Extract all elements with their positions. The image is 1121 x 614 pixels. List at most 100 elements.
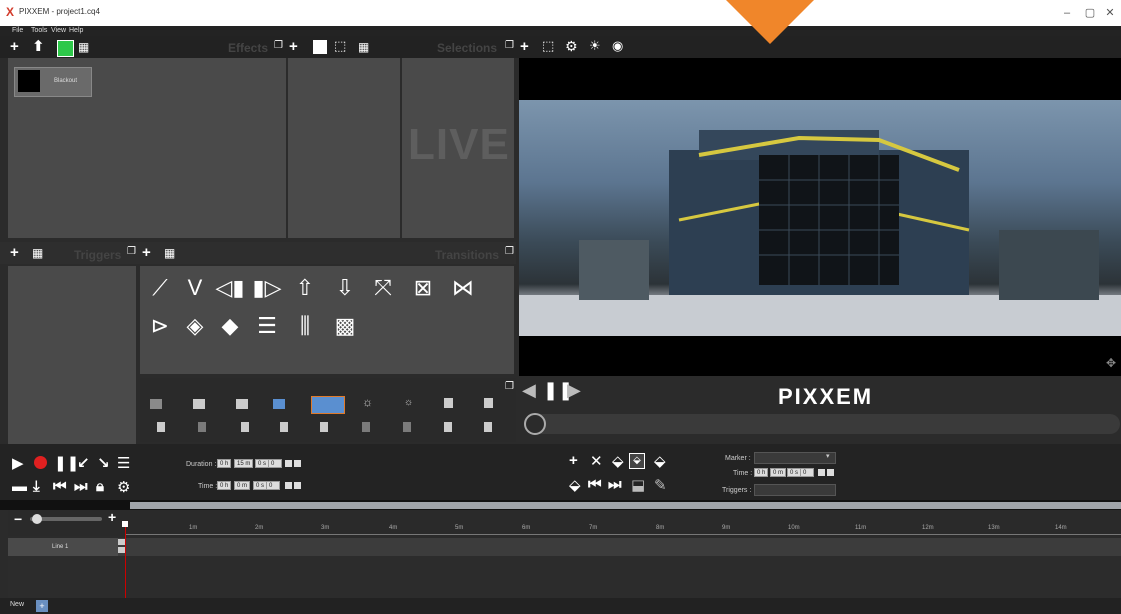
timeline-overview-track[interactable] [130,502,1121,509]
transition-box-icon[interactable]: ⊠ [408,273,438,303]
duration-hours-field[interactable]: 0 h [217,459,232,468]
blend-mode-icon[interactable] [236,399,248,409]
layer-icon[interactable] [484,422,492,432]
close-button[interactable]: ✕ [1103,6,1117,20]
detach-icon-3[interactable]: ❐ [127,243,136,261]
add-effect-icon[interactable]: + [10,38,19,56]
marker-hours-field[interactable]: 0 h [754,468,769,477]
grid-arrow-icon[interactable]: ▦ [78,38,89,56]
play-icon[interactable]: ▶ [12,454,24,472]
maximize-button[interactable]: ▢ [1083,6,1097,20]
marker-selected-icon[interactable]: ⬙ [629,453,645,469]
transition-shrink-icon[interactable]: ⋈ [448,273,478,303]
time-set-button[interactable] [285,482,292,489]
duration-frames-field[interactable]: 0 [268,459,282,468]
layer-icon[interactable] [403,422,411,432]
add-icon[interactable]: + [289,38,298,56]
preview-video[interactable] [519,100,1121,336]
grid-arrow-icon-2[interactable]: ▦ [358,38,369,56]
playhead-handle[interactable] [122,521,128,527]
zoom-in-icon[interactable]: + [108,509,116,525]
marker-out-icon[interactable]: ⬙ [654,452,666,470]
brightness-small-icon[interactable]: ☼ [404,397,413,408]
marker-down-icon[interactable]: ⬙ [569,476,581,494]
green-square-icon[interactable] [57,40,74,57]
skip-start-icon[interactable]: ⏮ [53,478,67,495]
add-trigger-icon[interactable]: + [10,244,19,262]
layer-icon[interactable] [157,422,165,432]
blend-mode-icon[interactable] [193,399,205,409]
time-frames-field[interactable]: 0 [266,481,280,490]
add-selection-icon[interactable]: + [520,38,529,56]
settings-icon[interactable]: ⚙ [117,478,130,496]
minimize-button[interactable]: – [1060,6,1074,20]
marker-frames-field[interactable]: 0 [800,468,814,477]
transition-blinds-icon[interactable]: ☰ [252,311,282,341]
duration-reset-button[interactable] [294,460,301,467]
transition-rotate-cw-icon[interactable]: ◈ [180,311,210,341]
transition-expand-icon[interactable]: ⤧ [368,273,398,303]
seek-bar[interactable] [526,414,1120,434]
line-option-icon[interactable] [118,547,125,553]
blend-mode-icon[interactable] [273,399,285,409]
folder-icon[interactable]: ▬ [12,478,27,495]
duration-seconds-field[interactable]: 0 s [255,459,270,468]
transition-split-icon[interactable]: ⊳ [145,311,175,341]
marker-minutes-field[interactable]: 0 m [770,468,787,477]
menu-tools[interactable]: Tools [31,27,47,34]
blend-mode-selected-icon[interactable] [311,396,345,414]
layer-icon[interactable] [444,422,452,432]
line-option-icon[interactable] [118,539,125,545]
marquee-icon[interactable]: ⬚ [542,37,554,55]
download-icon[interactable]: ⤓ [33,478,40,495]
marker-triggers-field[interactable] [754,484,836,496]
menu-file[interactable]: File [12,27,23,34]
transition-wipe-left-icon[interactable]: ◁▮ [215,273,245,303]
layer-icon[interactable] [444,398,453,408]
layer-icon[interactable] [362,422,370,432]
move-icon[interactable]: ✥ [1106,356,1116,370]
transition-ramp-icon[interactable]: ⟋ [145,273,175,303]
transition-wipe-down-icon[interactable]: ⇩ [330,273,360,303]
detach-icon-2[interactable]: ❐ [505,37,514,55]
add-tab-button[interactable]: + [36,600,48,612]
timeline-line-row[interactable] [8,538,1121,556]
time-minutes-field[interactable]: 0 m [234,481,251,490]
white-square-icon[interactable] [313,40,327,54]
add-marker-icon[interactable]: + [569,452,578,469]
seek-handle[interactable] [524,413,546,435]
transition-bars-icon[interactable]: ⫼ [290,311,320,341]
transition-checker-icon[interactable]: ▩ [330,311,360,341]
trigger-grid-icon[interactable]: ▦ [32,244,43,262]
next-marker-icon[interactable]: ⏭ [608,476,622,493]
marker-select[interactable] [754,452,836,464]
zoom-slider-handle[interactable] [32,514,42,524]
gear-icon[interactable]: ⚙ [565,37,578,55]
transition-rotate-ccw-icon[interactable]: ◆ [215,311,245,341]
time-hours-field[interactable]: 0 h [217,481,232,490]
prev-frame-icon[interactable]: ◀ [522,380,536,401]
duration-minutes-field[interactable]: 15 m [234,459,254,468]
delete-marker-icon[interactable]: ✕ [590,452,603,470]
transition-grid-icon[interactable]: ▦ [164,244,175,262]
zoom-out-icon[interactable]: − [14,511,22,527]
marker-reset-button[interactable] [827,469,834,476]
skip-end-icon[interactable]: ⏭ [74,478,88,495]
list-icon[interactable]: ☰ [117,454,130,472]
next-frame-icon[interactable]: ▶ [567,380,581,401]
transition-wipe-right-icon[interactable]: ▮▷ [252,273,282,303]
layer-icon[interactable] [320,422,328,432]
detach-icon[interactable]: ❐ [274,37,283,55]
time-reset-button[interactable] [294,482,301,489]
brightness-icon[interactable]: ☼ [362,395,373,409]
marker-seconds-field[interactable]: 0 s [787,468,802,477]
layer-icon[interactable] [241,422,249,432]
transition-wipe-up-icon[interactable]: ⇧ [290,273,320,303]
select-cursor-icon[interactable]: ⬚ [334,37,346,55]
playhead[interactable] [125,523,126,600]
record-icon[interactable] [34,456,47,469]
upload-icon[interactable]: ⬆ [32,38,45,56]
detach-icon-4[interactable]: ❐ [505,243,514,261]
duration-set-button[interactable] [285,460,292,467]
layer-icon[interactable] [280,422,288,432]
